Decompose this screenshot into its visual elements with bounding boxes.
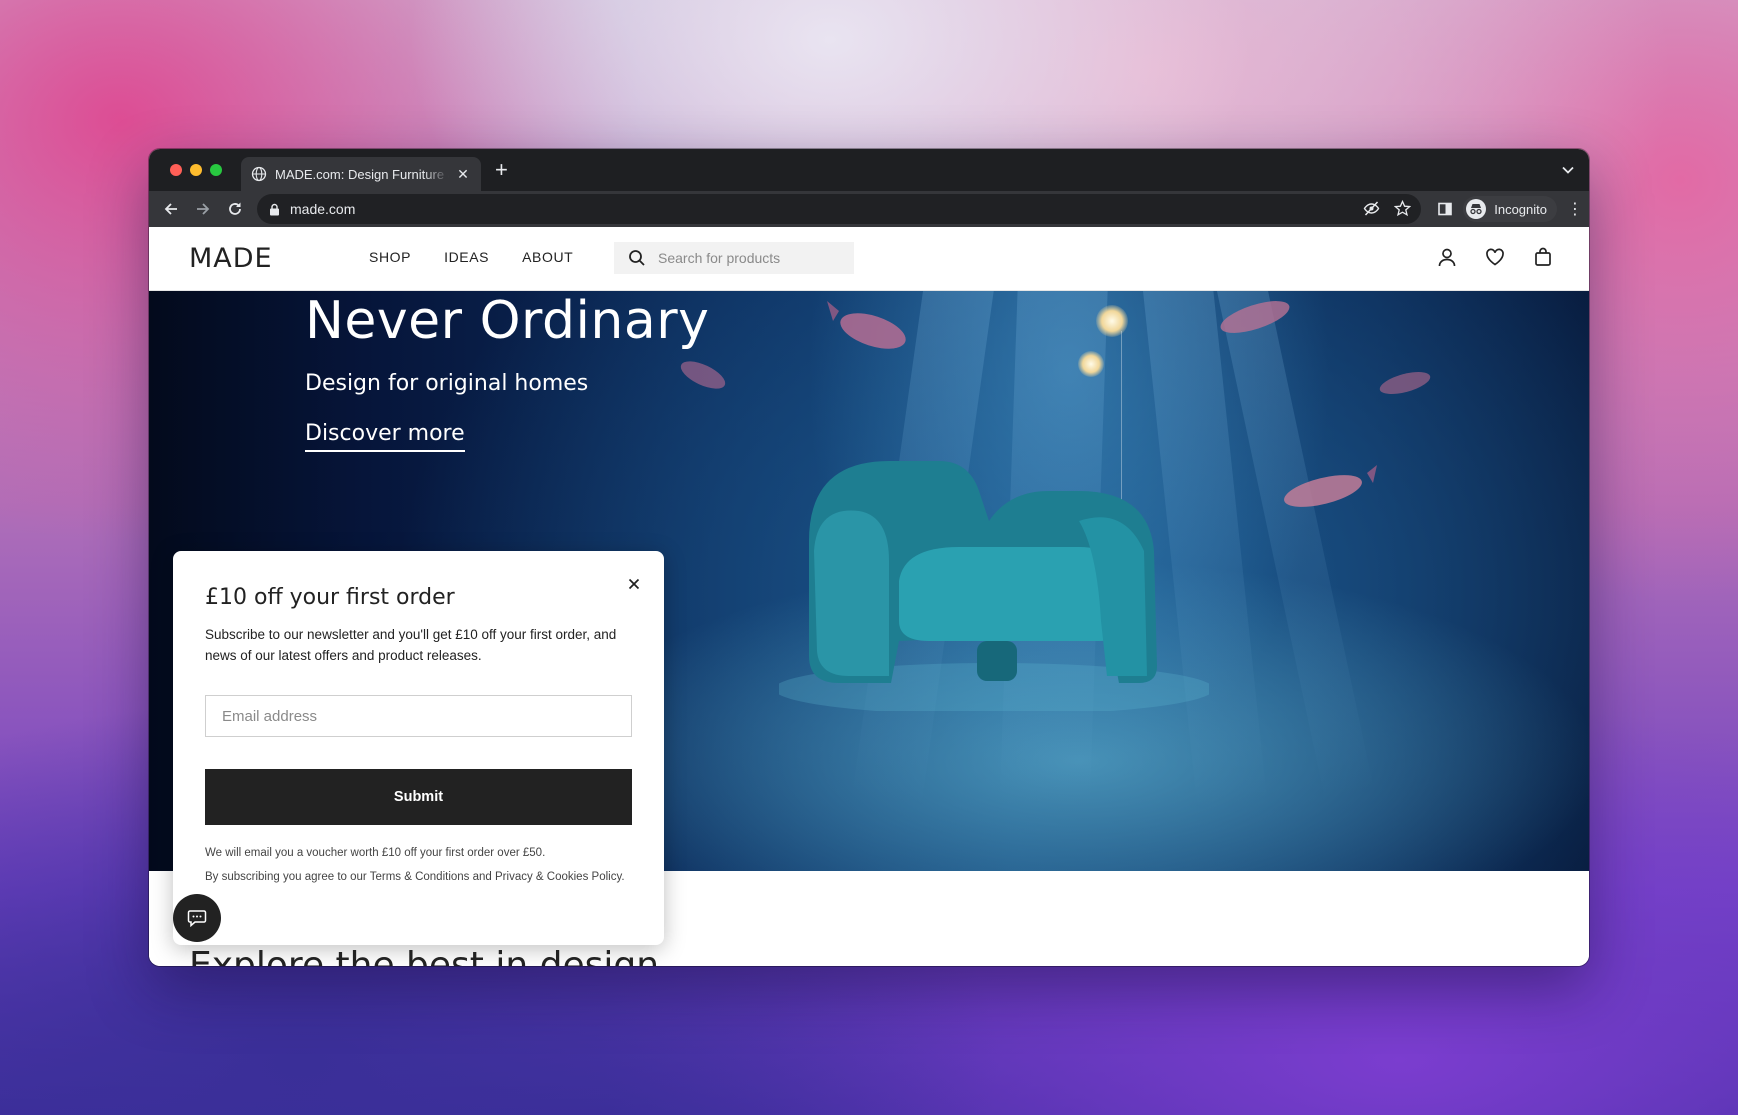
address-bar[interactable]: made.com bbox=[257, 194, 1421, 224]
site-header: MADE SHOP IDEAS ABOUT bbox=[149, 227, 1589, 291]
popup-description: Subscribe to our newsletter and you'll g… bbox=[205, 627, 617, 663]
fish-illustration bbox=[1284, 465, 1377, 507]
close-window-button[interactable] bbox=[170, 164, 182, 176]
header-actions bbox=[1437, 247, 1553, 267]
made-website: MADE SHOP IDEAS ABOUT Search for product… bbox=[149, 227, 1589, 966]
search-box bbox=[614, 242, 854, 274]
nav-about[interactable]: ABOUT bbox=[522, 249, 573, 265]
tab-close-icon[interactable]: ✕ bbox=[455, 166, 471, 183]
hero-subtitle: Design for original homes bbox=[305, 371, 589, 396]
made-logo[interactable]: MADE bbox=[189, 243, 273, 274]
submit-button[interactable]: Submit bbox=[205, 769, 632, 825]
globe-icon bbox=[251, 166, 267, 182]
eye-slash-icon[interactable] bbox=[1363, 200, 1380, 217]
fish-illustration bbox=[827, 301, 906, 349]
fish-illustration bbox=[1220, 301, 1290, 333]
forward-button[interactable] bbox=[187, 193, 219, 225]
incognito-label: Incognito bbox=[1494, 201, 1547, 217]
consent-and: and bbox=[469, 871, 496, 883]
browser-toolbar: made.com Incognito ⋮ bbox=[149, 191, 1589, 227]
main-nav: SHOP IDEAS ABOUT bbox=[369, 249, 573, 265]
back-button[interactable] bbox=[155, 193, 187, 225]
arrow-right-icon bbox=[197, 203, 210, 215]
reload-button[interactable] bbox=[219, 193, 251, 225]
account-icon[interactable] bbox=[1437, 247, 1457, 267]
url-text: made.com bbox=[290, 201, 356, 217]
popup-legal-text: We will email you a voucher worth £10 of… bbox=[205, 841, 635, 889]
chevron-down-icon[interactable] bbox=[1561, 163, 1575, 177]
hero-title: Never Ordinary bbox=[305, 291, 710, 351]
search-icon[interactable] bbox=[628, 249, 646, 267]
browser-window: MADE.com: Design Furniture & Homewares ✕… bbox=[149, 149, 1589, 966]
chat-button[interactable] bbox=[173, 894, 221, 942]
incognito-profile-button[interactable]: Incognito bbox=[1463, 196, 1557, 222]
minimize-window-button[interactable] bbox=[190, 164, 202, 176]
voucher-note: We will email you a voucher worth £10 of… bbox=[205, 847, 546, 859]
close-popup-button[interactable] bbox=[622, 572, 646, 596]
newsletter-popup: £10 off your first order Subscribe to ou… bbox=[173, 551, 664, 945]
reload-icon bbox=[229, 202, 241, 215]
consent-note: By subscribing you agree to our Terms & … bbox=[205, 865, 635, 889]
floating-lamp bbox=[1096, 305, 1128, 337]
popup-title: £10 off your first order bbox=[205, 585, 455, 610]
terms-link[interactable]: Terms & Conditions bbox=[370, 871, 470, 883]
maximize-window-button[interactable] bbox=[210, 164, 222, 176]
armchair-illustration bbox=[779, 461, 1209, 711]
address-bar-actions bbox=[1363, 200, 1411, 217]
floating-lamp bbox=[1078, 351, 1104, 377]
heart-icon[interactable] bbox=[1485, 247, 1505, 267]
privacy-link[interactable]: Privacy & Cookies Policy bbox=[495, 871, 621, 883]
chat-icon bbox=[187, 910, 207, 927]
fish-illustration bbox=[680, 361, 726, 389]
star-icon[interactable] bbox=[1394, 200, 1411, 217]
tab-title: MADE.com: Design Furniture & Homewares bbox=[275, 166, 449, 182]
more-menu-icon[interactable]: ⋮ bbox=[1561, 199, 1589, 219]
lock-icon bbox=[270, 203, 279, 215]
consent-end: . bbox=[621, 871, 625, 883]
arrow-left-icon bbox=[164, 203, 177, 215]
nav-ideas[interactable]: IDEAS bbox=[444, 249, 489, 265]
nav-shop[interactable]: SHOP bbox=[369, 249, 411, 265]
close-icon bbox=[628, 578, 640, 590]
new-tab-button[interactable]: + bbox=[495, 158, 508, 182]
fish-illustration bbox=[1379, 372, 1431, 394]
window-controls bbox=[170, 164, 222, 176]
email-field[interactable] bbox=[205, 695, 632, 737]
consent-prefix: By subscribing you agree to our bbox=[205, 871, 370, 883]
basket-icon[interactable] bbox=[1533, 247, 1553, 267]
section-heading: Explore the best in design bbox=[189, 945, 660, 966]
side-panel-icon[interactable] bbox=[1437, 201, 1453, 217]
browser-tab[interactable]: MADE.com: Design Furniture & Homewares ✕ bbox=[241, 157, 481, 191]
incognito-icon bbox=[1466, 199, 1487, 219]
search-input[interactable] bbox=[658, 250, 838, 266]
tab-bar: MADE.com: Design Furniture & Homewares ✕… bbox=[149, 149, 1589, 191]
discover-more-link[interactable]: Discover more bbox=[305, 421, 465, 452]
toolbar-right: Incognito ⋮ bbox=[1437, 191, 1589, 227]
